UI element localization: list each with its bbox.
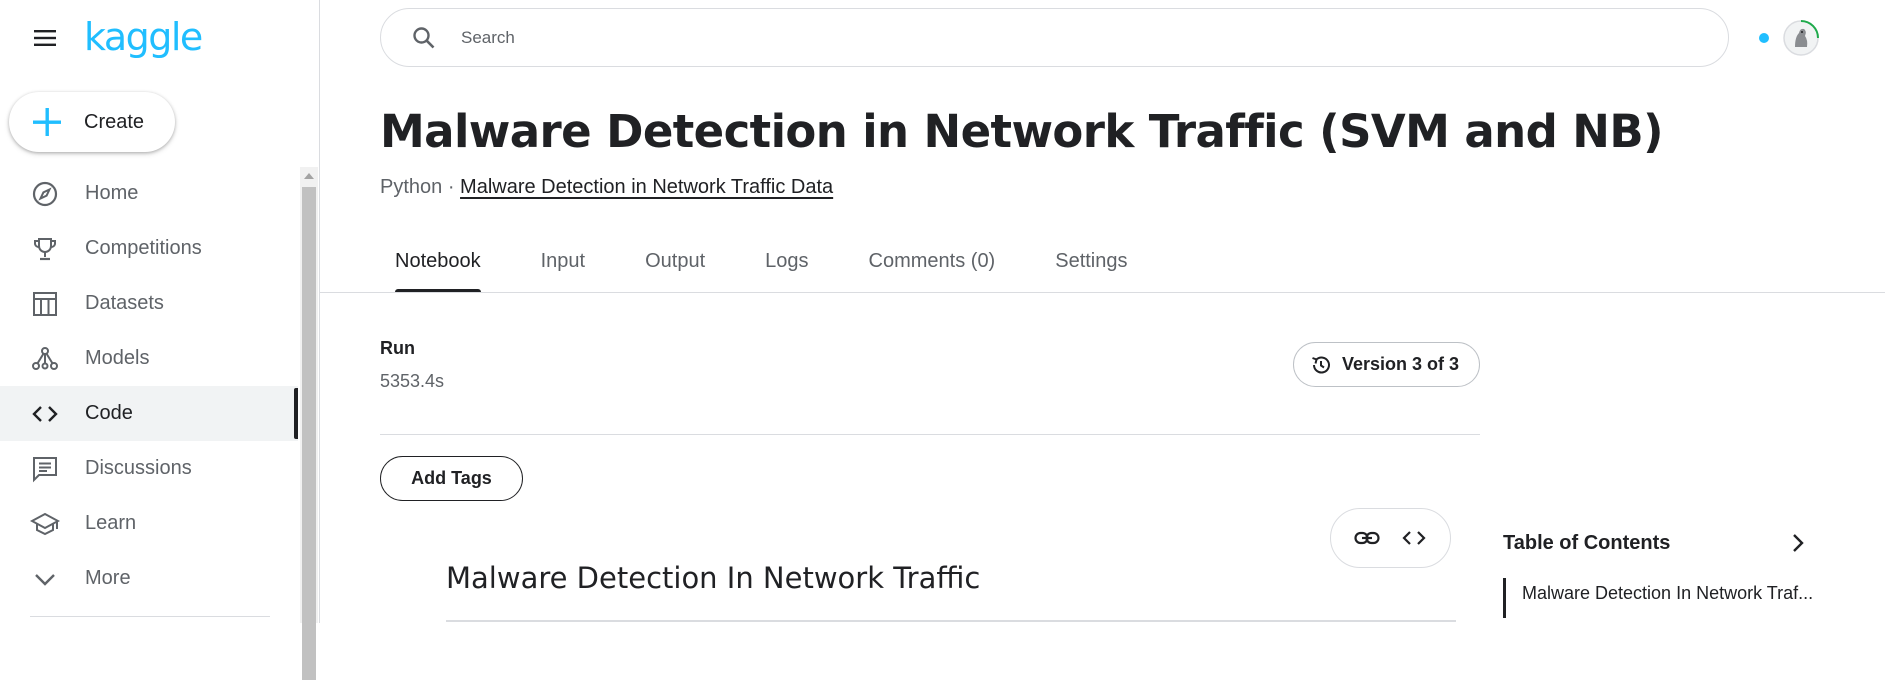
create-label: Create xyxy=(84,110,145,133)
tab-comments[interactable]: Comments (0) xyxy=(854,250,1011,292)
trophy-icon xyxy=(34,237,56,260)
notebook-meta: Python · Malware Detection in Network Tr… xyxy=(380,176,833,199)
sidebar-item-learn[interactable]: Learn xyxy=(0,496,298,551)
compass-icon xyxy=(32,181,58,206)
search-input[interactable] xyxy=(459,26,1663,49)
sidebar-scrollbar[interactable] xyxy=(300,167,318,680)
search-bar[interactable] xyxy=(380,8,1729,67)
run-divider xyxy=(380,434,1480,435)
sidebar-item-label: More xyxy=(85,567,131,589)
sidebar-item-home[interactable]: Home xyxy=(0,166,298,221)
tab-input[interactable]: Input xyxy=(526,250,600,292)
language-label: Python xyxy=(380,176,443,198)
chevron-right-icon[interactable] xyxy=(1785,530,1811,556)
school-icon xyxy=(30,512,60,535)
code-icon xyxy=(32,405,58,422)
sidebar-item-label: Models xyxy=(85,347,150,369)
notification-dot xyxy=(1759,33,1769,43)
sidebar-item-label: Datasets xyxy=(85,292,164,314)
toc-title: Table of Contents xyxy=(1503,532,1671,554)
page-title: Malware Detection in Network Traffic (SV… xyxy=(380,105,1664,158)
scroll-up-arrow-icon[interactable] xyxy=(304,173,314,179)
version-label: Version 3 of 3 xyxy=(1342,354,1460,374)
version-history-button[interactable]: Version 3 of 3 xyxy=(1293,342,1480,387)
tab-notebook[interactable]: Notebook xyxy=(380,250,496,292)
scrollbar-thumb[interactable] xyxy=(302,187,316,680)
add-tags-button[interactable]: Add Tags xyxy=(380,456,523,501)
sidebar-item-competitions[interactable]: Competitions xyxy=(0,221,298,276)
sidebar-item-discussions[interactable]: Discussions xyxy=(0,441,298,496)
toc-item[interactable]: Malware Detection In Network Traf... xyxy=(1503,578,1833,618)
chevron-down-icon xyxy=(35,573,55,586)
menu-icon[interactable] xyxy=(30,26,60,50)
tabs-divider xyxy=(320,292,1885,293)
sidebar-divider xyxy=(30,616,270,617)
avatar[interactable] xyxy=(1781,18,1821,58)
sidebar-item-label: Code xyxy=(85,402,133,424)
tab-logs[interactable]: Logs xyxy=(750,250,823,292)
tab-settings[interactable]: Settings xyxy=(1040,250,1142,292)
plus-icon xyxy=(33,108,61,136)
dataset-link[interactable]: Malware Detection in Network Traffic Dat… xyxy=(460,176,833,198)
meta-separator: · xyxy=(442,176,461,198)
sidebar-item-label: Home xyxy=(85,182,139,204)
sidebar-item-label: Discussions xyxy=(85,457,192,479)
heading-rule xyxy=(446,620,1456,622)
sidebar: kaggle Create Home Competitions Datasets… xyxy=(0,0,320,623)
notebook-heading: Malware Detection In Network Traffic xyxy=(446,561,981,595)
kaggle-logo[interactable]: kaggle xyxy=(84,14,203,60)
tab-output[interactable]: Output xyxy=(630,250,720,292)
sidebar-item-models[interactable]: Models xyxy=(0,331,298,386)
cell-toolbar xyxy=(1330,508,1451,568)
link-icon[interactable] xyxy=(1352,523,1382,553)
notebook-tabs: Notebook Input Output Logs Comments (0) … xyxy=(380,250,1173,292)
table-icon xyxy=(33,291,57,316)
code-icon[interactable] xyxy=(1399,523,1429,553)
run-time: 5353.4s xyxy=(380,371,445,391)
sidebar-item-code[interactable]: Code xyxy=(0,386,298,441)
sidebar-item-label: Competitions xyxy=(85,237,202,259)
history-icon xyxy=(1312,356,1330,373)
sidebar-item-label: Learn xyxy=(85,512,137,534)
sidebar-item-more[interactable]: More xyxy=(0,551,298,606)
run-label: Run xyxy=(380,338,415,358)
models-icon xyxy=(32,346,58,370)
comment-icon xyxy=(33,456,57,482)
create-button[interactable]: Create xyxy=(9,92,175,152)
search-icon xyxy=(413,26,435,48)
sidebar-nav: Home Competitions Datasets Models Code D… xyxy=(0,166,298,606)
sidebar-item-datasets[interactable]: Datasets xyxy=(0,276,298,331)
